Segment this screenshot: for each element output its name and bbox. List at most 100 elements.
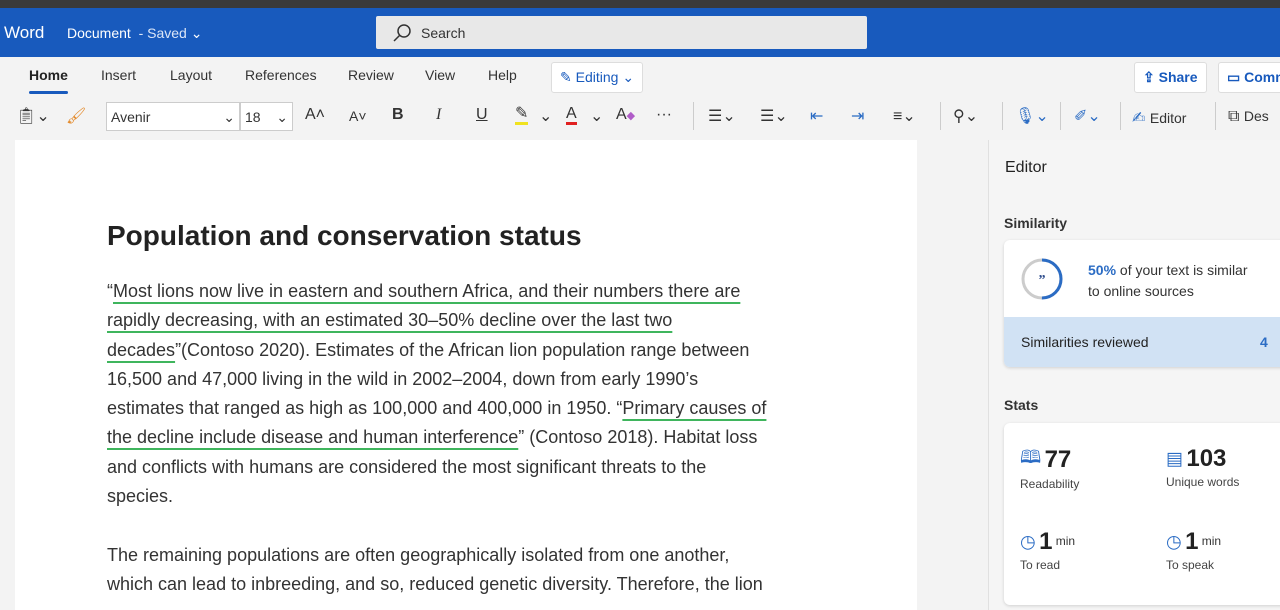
similarities-reviewed-row[interactable]: Similarities reviewed 4 bbox=[1004, 317, 1280, 367]
pane-title: Editor bbox=[1005, 159, 1047, 176]
increase-indent-icon[interactable]: ⇥ bbox=[851, 106, 864, 126]
divider bbox=[940, 102, 941, 130]
find-icon[interactable]: ⚲⌄ bbox=[953, 106, 978, 126]
book-open-icon: 🕮︎ bbox=[1020, 447, 1042, 467]
text-segment: which can lead to inbreeding, and so, re… bbox=[107, 574, 763, 595]
pencil-icon: ✎ bbox=[560, 69, 572, 85]
tab-insert[interactable]: Insert bbox=[101, 67, 136, 83]
font-select[interactable]: Avenir ⌄ bbox=[106, 102, 240, 131]
search-icon bbox=[393, 24, 411, 42]
stat-to-read: ◷ 1 min To read bbox=[1020, 528, 1076, 572]
text-line: estimates that ranged as high as 100,000… bbox=[107, 394, 766, 423]
editor-pane: Editor Similarity ” 50% of your text is … bbox=[988, 140, 1280, 610]
tab-references[interactable]: References bbox=[245, 67, 317, 83]
more-icon[interactable]: ··· bbox=[656, 106, 672, 124]
paragraph-2: The remaining populations are often geog… bbox=[107, 541, 763, 600]
numbering-icon[interactable]: ☰⌄ bbox=[760, 106, 788, 126]
similarity-card[interactable]: ” 50% of your text is similar to online s… bbox=[1004, 240, 1280, 367]
comment-icon: ▭ bbox=[1227, 69, 1241, 85]
chevron-down-icon: ⌄ bbox=[622, 69, 635, 85]
text-line: the decline include disease and human in… bbox=[107, 423, 766, 452]
format-painter-icon[interactable]: 🖌︎ bbox=[66, 106, 86, 126]
font-color-icon[interactable]: A bbox=[566, 106, 577, 125]
stat-unique-words: ▤ 103 Unique words bbox=[1166, 445, 1240, 489]
text-segment: The remaining populations are often geog… bbox=[107, 545, 730, 565]
text-segment: species. bbox=[107, 486, 174, 507]
divider bbox=[693, 102, 694, 130]
similar-text-quote[interactable]: rapidly decreasing, with an estimated 30… bbox=[107, 310, 672, 330]
paste-icon[interactable]: 📋︎⌄ bbox=[16, 106, 50, 126]
editing-mode-button[interactable]: ✎ Editing ⌄ bbox=[551, 62, 644, 93]
designer-icon: ⧉ bbox=[1228, 108, 1240, 125]
document-title[interactable]: Document - Saved ⌄ bbox=[67, 25, 202, 42]
chevron-down-icon[interactable]: ⌄ bbox=[539, 106, 552, 126]
align-icon[interactable]: ≡⌄ bbox=[893, 106, 916, 126]
text-line: rapidly decreasing, with an estimated 30… bbox=[107, 306, 766, 335]
chevron-down-icon[interactable]: ⌄ bbox=[590, 106, 603, 126]
editor-button[interactable]: ✍︎ Editor bbox=[1132, 108, 1186, 128]
share-icon: ⇪ bbox=[1143, 69, 1155, 85]
stat-readability: 🕮︎ 77 Readability bbox=[1020, 446, 1080, 491]
sensitivity-icon[interactable]: ✐⌄ bbox=[1074, 106, 1101, 126]
decrease-indent-icon[interactable]: ⇤ bbox=[810, 106, 823, 126]
tab-home[interactable]: Home bbox=[29, 67, 68, 94]
book-icon: ▤ bbox=[1166, 448, 1184, 469]
tab-view[interactable]: View bbox=[425, 67, 455, 83]
stats-heading: Stats bbox=[1004, 397, 1039, 413]
divider bbox=[1215, 102, 1216, 130]
similarity-heading: Similarity bbox=[1004, 215, 1068, 231]
underline-icon[interactable]: U bbox=[476, 106, 488, 124]
paragraph-1: “Most lions now live in eastern and sout… bbox=[107, 277, 766, 511]
comments-button[interactable]: ▭ Comm bbox=[1218, 62, 1280, 93]
ribbon-tabs: Home Insert Layout References Review Vie… bbox=[0, 57, 1280, 97]
divider bbox=[1002, 102, 1003, 130]
window-top-strip bbox=[0, 0, 1280, 8]
clock-icon: ◷ bbox=[1166, 531, 1182, 552]
highlight-icon[interactable]: ✎ bbox=[515, 106, 529, 125]
svg-text:”: ” bbox=[1039, 273, 1046, 288]
similar-text-quote[interactable]: Primary causes of bbox=[622, 398, 766, 418]
tab-review[interactable]: Review bbox=[348, 67, 394, 83]
bold-icon[interactable]: B bbox=[392, 106, 404, 124]
title-bar: Word Document - Saved ⌄ Search bbox=[0, 8, 1280, 57]
text-segment: 16,500 and 47,000 living in the wild in … bbox=[107, 368, 699, 389]
text-segment: ” (Contoso 2018). Habitat loss bbox=[518, 427, 758, 448]
text-segment: estimates that ranged as high as 100,000… bbox=[107, 398, 623, 419]
text-line: “Most lions now live in eastern and sout… bbox=[107, 277, 766, 306]
editor-icon: ✍︎ bbox=[1132, 110, 1146, 127]
document-heading: Population and conservation status bbox=[107, 220, 582, 251]
similarity-summary: 50% of your text is similar to online sou… bbox=[1088, 262, 1248, 299]
tab-help[interactable]: Help bbox=[488, 67, 517, 83]
divider bbox=[1120, 102, 1121, 130]
font-size-select[interactable]: 18 ⌄ bbox=[240, 102, 293, 131]
clock-icon: ◷ bbox=[1020, 531, 1036, 552]
similar-text-quote[interactable]: the decline include disease and human in… bbox=[107, 427, 518, 447]
grow-font-icon[interactable]: A˄ bbox=[305, 106, 325, 124]
bullets-icon[interactable]: ☰⌄ bbox=[708, 106, 736, 126]
similarity-ring-icon: ” bbox=[1021, 258, 1063, 300]
tab-layout[interactable]: Layout bbox=[170, 67, 212, 83]
shrink-font-icon[interactable]: A˅ bbox=[349, 108, 367, 124]
app-name[interactable]: Word bbox=[4, 23, 44, 43]
designer-button[interactable]: ⧉ Des bbox=[1228, 108, 1269, 126]
italic-icon[interactable]: I bbox=[436, 106, 441, 124]
text-line: decades”(Contoso 2020). Estimates of the… bbox=[107, 336, 766, 365]
text-line: 16,500 and 47,000 living in the wild in … bbox=[107, 365, 766, 394]
similar-text-quote[interactable]: Most lions now live in eastern and south… bbox=[113, 281, 740, 301]
ribbon-toolbar: 📋︎⌄ 🖌︎ Avenir ⌄ 18 ⌄ A˄ A˅ B I U ✎ ⌄ A ⌄ A◆ … bbox=[0, 100, 1280, 136]
text-segment: ”(Contoso 2020). Estimates of the Africa… bbox=[175, 339, 750, 360]
text-segment: and conflicts with humans are considered… bbox=[107, 456, 707, 477]
stat-to-speak: ◷ 1 min To speak bbox=[1166, 528, 1222, 572]
clear-formatting-icon[interactable]: A◆ bbox=[616, 106, 635, 124]
similar-text-quote[interactable]: decades bbox=[107, 340, 175, 360]
chevron-down-icon: ⌄ bbox=[223, 109, 235, 125]
chevron-down-icon: ⌄ bbox=[276, 109, 288, 125]
search-input[interactable]: Search bbox=[376, 16, 867, 49]
share-button[interactable]: ⇪ Share bbox=[1134, 62, 1207, 93]
text-line: species. bbox=[107, 482, 766, 511]
dictate-icon[interactable]: 🎙︎⌄ bbox=[1015, 106, 1049, 126]
chevron-down-icon: ⌄ bbox=[190, 25, 203, 41]
document-page[interactable]: Population and conservation status “Most… bbox=[15, 140, 917, 610]
divider bbox=[1060, 102, 1061, 130]
stats-card: 🕮︎ 77 Readability ▤ 103 Unique words ◷ 1 m… bbox=[1004, 423, 1280, 605]
